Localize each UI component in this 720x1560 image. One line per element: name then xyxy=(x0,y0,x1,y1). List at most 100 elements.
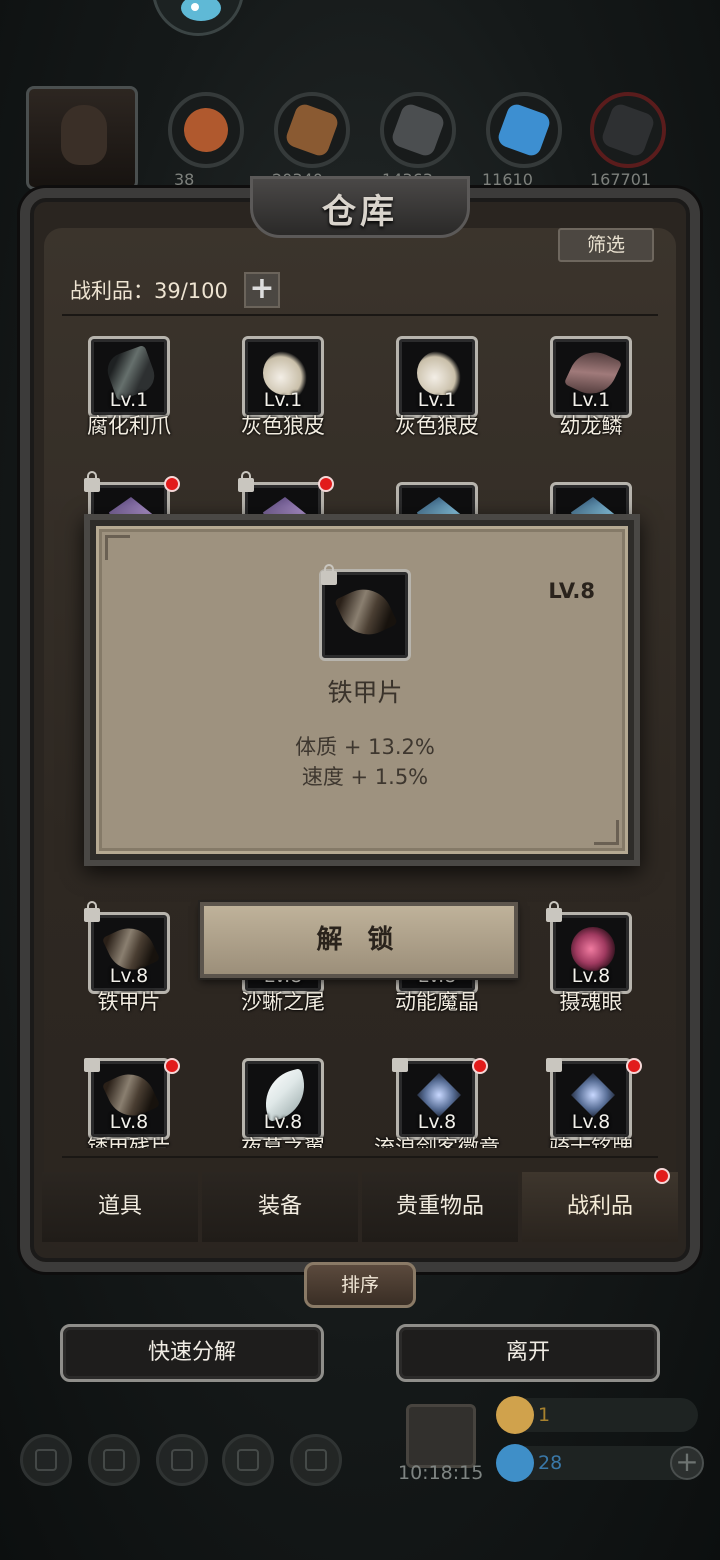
item-level: Lv.8 xyxy=(109,1111,149,1133)
item-level: Lv.8 xyxy=(109,965,149,987)
item-name: 夜幕之翼 xyxy=(241,1136,325,1148)
meat-icon xyxy=(177,101,235,159)
gold-icon xyxy=(496,1396,534,1434)
popup-item-level: LV.8 xyxy=(548,579,595,603)
mail-icon[interactable] xyxy=(222,1434,274,1486)
item-name: 流浪剑客徽章 xyxy=(374,1136,500,1148)
lock-icon xyxy=(84,471,100,492)
loot-capacity: 战利品：39/100 xyxy=(70,279,228,303)
gift-box-icon[interactable] xyxy=(406,1404,476,1468)
new-badge xyxy=(164,476,180,492)
wood-icon xyxy=(283,101,341,159)
item-level: Lv.1 xyxy=(417,389,457,411)
item-name: 锈甲残片 xyxy=(87,1136,171,1148)
item-slot[interactable]: Lv.8 铁甲片 xyxy=(52,901,206,1032)
item-slot[interactable]: Lv.1 灰色狼皮 xyxy=(360,336,514,456)
crystal-icon xyxy=(495,101,553,159)
meat-resource[interactable] xyxy=(168,92,244,168)
panel-title: 仓库 xyxy=(322,192,398,232)
item-frame: Lv.8 xyxy=(88,912,170,994)
tab-loot[interactable]: 战利品 xyxy=(522,1172,678,1242)
item-level: Lv.1 xyxy=(571,389,611,411)
expand-capacity-button[interactable]: + xyxy=(244,272,280,308)
tab-equipment[interactable]: 装备 xyxy=(202,1172,358,1242)
item-level: Lv.1 xyxy=(109,389,149,411)
lock-icon xyxy=(238,471,254,492)
item-slot[interactable]: Lv.1 灰色狼皮 xyxy=(206,336,360,456)
item-level: Lv.8 xyxy=(571,1111,611,1133)
hero-face-icon xyxy=(61,105,107,165)
item-frame: Lv.1 xyxy=(242,336,324,418)
item-frame: Lv.8 xyxy=(550,1058,632,1140)
item-slot[interactable]: Lv.8 骑士铭牌 xyxy=(514,1058,668,1148)
item-slot[interactable]: Lv.8 夜幕之翼 xyxy=(206,1058,360,1148)
popup-stat-constitution: 体质 + 13.2% xyxy=(295,735,435,759)
meat-count: 38 xyxy=(174,170,195,189)
popup-body: LV.8 铁甲片 体质 + 13.2% 速度 + 1.5% xyxy=(96,526,628,854)
filter-button[interactable]: 筛选 xyxy=(558,228,654,262)
gift-timer: 10:18:15 xyxy=(398,1462,484,1484)
item-name: 骑士铭牌 xyxy=(549,1136,633,1148)
item-name: 摄魂眼 xyxy=(559,990,623,1014)
item-slot[interactable]: Lv.1 幼龙鳞 xyxy=(514,336,668,456)
divider xyxy=(62,314,658,316)
lock-icon xyxy=(84,1058,100,1072)
gem-icon xyxy=(496,1444,534,1482)
add-gem-button[interactable]: + xyxy=(670,1446,704,1480)
leave-button[interactable]: 离开 xyxy=(396,1324,660,1382)
item-frame: Lv.1 xyxy=(88,336,170,418)
new-badge xyxy=(472,1058,488,1074)
iron-resource[interactable] xyxy=(380,92,456,168)
new-badge xyxy=(318,476,334,492)
new-badge xyxy=(164,1058,180,1074)
armor-plate-icon xyxy=(334,580,398,644)
item-name: 铁甲片 xyxy=(97,990,161,1014)
item-slot[interactable]: Lv.8 流浪剑客徽章 xyxy=(360,1058,514,1148)
lock-icon xyxy=(546,901,562,922)
loot-tab-badge xyxy=(654,1168,670,1184)
item-frame: Lv.8 xyxy=(550,912,632,994)
item-frame: Lv.8 xyxy=(396,1058,478,1140)
item-level: Lv.8 xyxy=(417,1111,457,1133)
divider xyxy=(62,1156,658,1158)
item-name: 灰色狼皮 xyxy=(241,414,325,438)
sort-button[interactable]: 排序 xyxy=(304,1262,416,1308)
lock-icon xyxy=(546,1058,562,1072)
item-name: 沙蜥之尾 xyxy=(241,990,325,1014)
lock-icon xyxy=(392,1058,408,1072)
gold-amount: 1 xyxy=(538,1404,551,1426)
item-slot[interactable]: Lv.8 锈甲残片 xyxy=(52,1058,206,1148)
shop-icon[interactable] xyxy=(290,1434,342,1486)
item-level: Lv.8 xyxy=(571,965,611,987)
quick-decompose-button[interactable]: 快速分解 xyxy=(60,1324,324,1382)
pet-avatar[interactable] xyxy=(152,0,244,36)
iron-icon xyxy=(389,101,447,159)
item-frame: Lv.1 xyxy=(396,336,478,418)
item-name: 动能魔晶 xyxy=(395,990,479,1014)
lock-icon xyxy=(321,564,337,585)
achievement-icon[interactable] xyxy=(88,1434,140,1486)
wood-resource[interactable] xyxy=(274,92,350,168)
map-icon[interactable] xyxy=(156,1434,208,1486)
item-detail-popup: LV.8 铁甲片 体质 + 13.2% 速度 + 1.5% xyxy=(84,514,640,866)
steel-icon xyxy=(599,101,657,159)
unlock-button[interactable]: 解 锁 xyxy=(200,902,518,978)
item-level: Lv.8 xyxy=(263,1111,303,1133)
bird-icon xyxy=(181,0,221,21)
steel-resource[interactable] xyxy=(590,92,666,168)
lock-icon xyxy=(84,901,100,922)
tab-items[interactable]: 道具 xyxy=(42,1172,198,1242)
steel-count: 167701 xyxy=(590,170,652,189)
item-slot[interactable]: Lv.1 腐化利爪 xyxy=(52,336,206,456)
item-frame: Lv.1 xyxy=(550,336,632,418)
settings-icon[interactable] xyxy=(20,1434,72,1486)
crystal-count: 11610 xyxy=(482,170,533,189)
item-frame: Lv.8 xyxy=(88,1058,170,1140)
item-slot[interactable]: Lv.8 摄魂眼 xyxy=(514,901,668,1032)
item-name: 腐化利爪 xyxy=(87,414,171,438)
crystal-resource[interactable] xyxy=(486,92,562,168)
hero-portrait[interactable] xyxy=(26,86,138,190)
popup-stat-speed: 速度 + 1.5% xyxy=(301,765,429,789)
item-frame: Lv.8 xyxy=(242,1058,324,1140)
tab-valuables[interactable]: 贵重物品 xyxy=(362,1172,518,1242)
